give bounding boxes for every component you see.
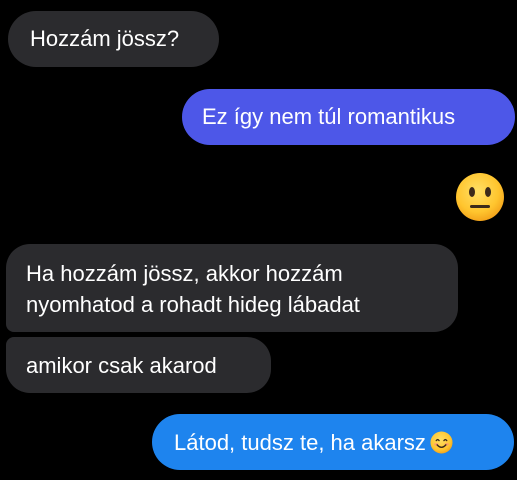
message-line: Ha hozzám jössz, akkor hozzám [26,261,343,286]
smiling-face-icon [430,431,453,454]
message-text: Hozzám jössz? [30,26,180,51]
message-line: nyomhatod a rohadt hideg lábadat [26,292,360,317]
chat-thread: Hozzám jössz? Ez így nem túl romantikus … [0,0,517,480]
incoming-message[interactable]: Ha hozzám jössz, akkor hozzám nyomhatod … [6,244,458,332]
incoming-message[interactable]: Hozzám jössz? [8,11,219,67]
incoming-message[interactable]: amikor csak akarod [6,337,271,393]
neutral-face-icon[interactable] [455,172,505,222]
message-text: Látod, tudsz te, ha akarsz [174,430,426,455]
outgoing-message[interactable]: Ez így nem túl romantikus [182,89,515,145]
message-text: Ez így nem túl romantikus [202,104,456,129]
outgoing-message[interactable]: Látod, tudsz te, ha akarsz [152,414,514,470]
message-text: amikor csak akarod [26,353,217,378]
